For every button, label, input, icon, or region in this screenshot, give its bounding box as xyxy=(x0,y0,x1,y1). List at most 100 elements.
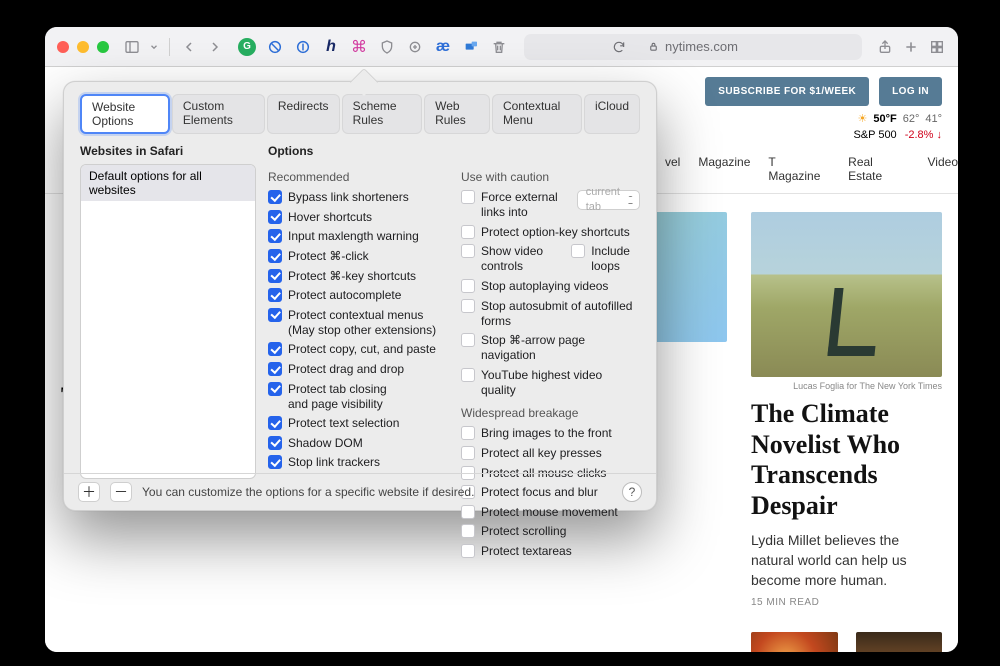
checkbox-icon xyxy=(461,426,475,440)
trash-icon[interactable] xyxy=(490,38,508,56)
tab-custom-elements[interactable]: Custom Elements xyxy=(172,94,265,134)
option-checkbox[interactable]: Protect all key presses xyxy=(461,444,640,464)
nav-item[interactable]: Video xyxy=(928,155,958,183)
option-checkbox[interactable]: Hover shortcuts xyxy=(268,208,447,228)
tab-icloud[interactable]: iCloud xyxy=(584,94,640,134)
nav-item[interactable]: Magazine xyxy=(698,155,750,183)
option-checkbox[interactable]: Protect tab closingand page visibility xyxy=(268,379,447,414)
close-window-button[interactable] xyxy=(57,41,69,53)
tab-web-rules[interactable]: Web Rules xyxy=(424,94,490,134)
weather-hi: 62° xyxy=(903,113,920,125)
checkbox-icon xyxy=(461,299,475,313)
reload-icon[interactable] xyxy=(612,40,626,54)
option-checkbox[interactable]: Protect copy, cut, and paste xyxy=(268,340,447,360)
ext-icon-9[interactable] xyxy=(462,38,480,56)
option-checkbox[interactable]: Protect text selection xyxy=(268,414,447,434)
option-label: Protect contextual menus(May stop other … xyxy=(288,308,436,338)
options-header: Options xyxy=(268,144,640,158)
target-tab-dropdown[interactable]: current tab xyxy=(577,190,640,210)
checkbox-icon xyxy=(268,229,282,243)
websites-list[interactable]: Default options for all websites xyxy=(80,164,256,479)
ext-icon-3[interactable] xyxy=(294,38,312,56)
lead-headline[interactable]: The Climate Novelist Who Transcends Desp… xyxy=(751,399,942,522)
option-checkbox[interactable]: Stop ⌘-arrow page navigation xyxy=(461,331,640,366)
option-checkbox[interactable]: YouTube highest video quality xyxy=(461,366,640,401)
address-bar[interactable]: nytimes.com xyxy=(524,34,862,60)
popover-footer: ＋ － You can customize the options for a … xyxy=(64,473,656,510)
option-label: Protect all key presses xyxy=(481,446,602,461)
tab-redirects[interactable]: Redirects xyxy=(267,94,340,134)
lead-photo[interactable] xyxy=(751,212,942,377)
extension-popover: Website Options Custom Elements Redirect… xyxy=(63,81,657,511)
ext-icon-5[interactable]: ⌘ xyxy=(350,38,368,56)
privacy-report-icon[interactable] xyxy=(378,38,396,56)
back-button[interactable] xyxy=(180,38,198,56)
nav-item[interactable]: T Magazine xyxy=(768,155,830,183)
option-checkbox[interactable]: Protect scrolling xyxy=(461,522,640,542)
tab-overview-icon[interactable] xyxy=(928,38,946,56)
photo-credit: Lucas Foglia for The New York Times xyxy=(751,381,942,391)
option-label: Protect text selection xyxy=(288,416,399,431)
checkbox-icon xyxy=(268,416,282,430)
ext-icon-2[interactable] xyxy=(266,38,284,56)
option-label: Stop ⌘-arrow page navigation xyxy=(481,333,640,363)
option-label: Stop link trackers xyxy=(288,455,380,470)
ext-icon-4[interactable]: h xyxy=(322,38,340,56)
checkbox-icon xyxy=(268,436,282,450)
option-checkbox[interactable]: Stop autosubmit of autofilled forms xyxy=(461,296,640,331)
add-button[interactable]: ＋ xyxy=(78,482,100,502)
nav-item[interactable]: vel xyxy=(665,155,680,183)
minimize-window-button[interactable] xyxy=(77,41,89,53)
subscribe-button[interactable]: SUBSCRIBE FOR $1/WEEK xyxy=(705,77,869,106)
zoom-window-button[interactable] xyxy=(97,41,109,53)
checkbox-icon xyxy=(268,249,282,263)
option-checkbox[interactable]: Show video controlsInclude loops xyxy=(461,242,640,277)
nav-item[interactable]: Real Estate xyxy=(848,155,909,183)
login-button[interactable]: LOG IN xyxy=(879,77,942,106)
remove-button[interactable]: － xyxy=(110,482,132,502)
checkbox-icon xyxy=(268,210,282,224)
tab-scheme-rules[interactable]: Scheme Rules xyxy=(342,94,423,134)
checkbox-icon xyxy=(268,342,282,356)
option-checkbox[interactable]: Shadow DOM xyxy=(268,434,447,454)
help-button[interactable]: ? xyxy=(622,482,642,502)
option-checkbox[interactable]: Protect option-key shortcuts xyxy=(461,223,640,243)
story-thumb[interactable] xyxy=(751,632,838,652)
ext-icon-1[interactable]: G xyxy=(238,38,256,56)
tab-contextual-menu[interactable]: Contextual Menu xyxy=(492,94,582,134)
section-label: Use with caution xyxy=(461,170,640,184)
checkbox-icon xyxy=(268,288,282,302)
story-thumb[interactable] xyxy=(856,632,943,652)
option-label: Protect option-key shortcuts xyxy=(481,225,630,240)
option-checkbox[interactable]: Bypass link shorteners xyxy=(268,188,447,208)
new-tab-icon[interactable] xyxy=(902,38,920,56)
option-checkbox[interactable]: Protect contextual menus(May stop other … xyxy=(268,306,447,341)
forward-button[interactable] xyxy=(206,38,224,56)
checkbox-icon xyxy=(461,225,475,239)
ext-icon-7[interactable] xyxy=(406,38,424,56)
sidebar-icon[interactable] xyxy=(123,38,141,56)
tab-website-options[interactable]: Website Options xyxy=(80,94,170,134)
checkbox-icon xyxy=(268,382,282,396)
option-checkbox[interactable]: Protect autocomplete xyxy=(268,286,447,306)
option-checkbox[interactable]: Bring images to the front xyxy=(461,424,640,444)
address-host: nytimes.com xyxy=(665,39,738,54)
ext-icon-8[interactable]: æ xyxy=(434,38,452,56)
list-item[interactable]: Default options for all websites xyxy=(81,165,255,201)
down-arrow-icon: ↓ xyxy=(937,129,943,141)
option-checkbox[interactable]: Protect textareas xyxy=(461,542,640,562)
option-checkbox[interactable]: Input maxlength warning xyxy=(268,227,447,247)
option-checkbox[interactable]: Protect ⌘-key shortcuts xyxy=(268,266,447,286)
chevron-down-icon[interactable] xyxy=(149,38,159,56)
option-checkbox[interactable]: Protect ⌘-click xyxy=(268,247,447,267)
option-checkbox[interactable]: Protect drag and drop xyxy=(268,360,447,380)
share-icon[interactable] xyxy=(876,38,894,56)
option-label: Input maxlength warning xyxy=(288,229,419,244)
option-checkbox[interactable]: Force external links intocurrent tab xyxy=(461,188,640,223)
websites-header: Websites in Safari xyxy=(80,144,256,158)
option-checkbox[interactable]: Stop autoplaying videos xyxy=(461,277,640,297)
option-checkbox[interactable]: Stop link trackers xyxy=(268,453,447,473)
checkbox-icon xyxy=(268,269,282,283)
market-widget[interactable]: S&P 500 -2.8% ↓ xyxy=(853,129,942,141)
checkbox-icon xyxy=(461,446,475,460)
